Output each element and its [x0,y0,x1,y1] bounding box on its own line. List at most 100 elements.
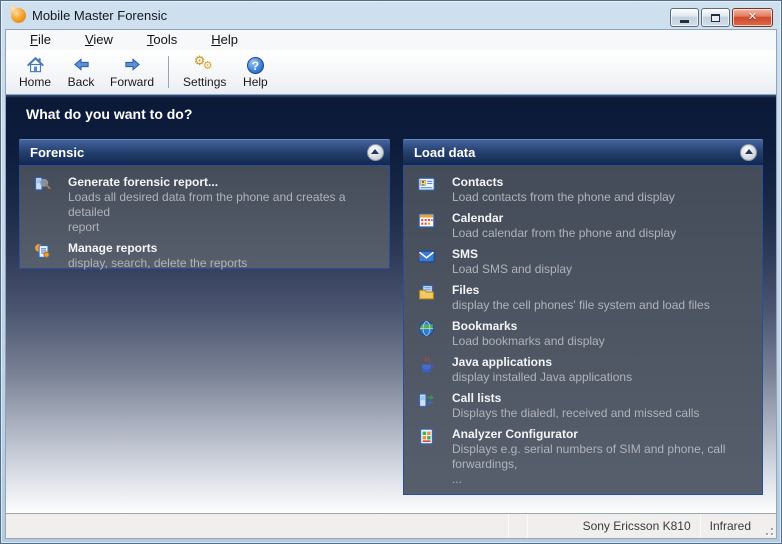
bookmarks-icon [418,320,442,349]
panel-item-text: Manage reportsdisplay, search, delete th… [68,241,381,271]
forward-icon [123,54,142,74]
load-data-panel-header[interactable]: Load data [403,139,763,165]
panel-item-text: CalendarLoad calendar from the phone and… [452,211,754,241]
menu-tools[interactable]: Tools [137,30,187,49]
forensic-panel-header[interactable]: Forensic [19,139,390,165]
forward-label: Forward [110,75,154,89]
forensic-report-icon [34,176,58,235]
panel-item[interactable]: ContactsLoad contacts from the phone and… [414,175,754,205]
panel-item-text: Generate forensic report...Loads all des… [68,175,381,235]
contacts-icon [418,176,442,205]
panels-row: Forensic Generate forensic report...Load… [6,139,776,495]
panel-item[interactable]: BookmarksLoad bookmarks and display [414,319,754,349]
help-icon: ? [247,54,264,74]
item-title[interactable]: Java applications [452,355,754,370]
help-button[interactable]: ? Help [232,52,278,92]
window-title: Mobile Master Forensic [32,8,167,23]
menu-view[interactable]: View [75,30,123,49]
panel-item-text: Java applicationsdisplay installed Java … [452,355,754,385]
forensic-panel: Forensic Generate forensic report...Load… [19,139,390,495]
window-controls: ✕ [670,8,773,27]
item-title[interactable]: Call lists [452,391,754,406]
item-title[interactable]: Analyzer Configurator [452,427,754,442]
call-lists-icon [418,392,442,421]
panel-item[interactable]: Call listsDisplays the dialedl, received… [414,391,754,421]
panel-item[interactable]: SMSLoad SMS and display [414,247,754,277]
status-empty-area [6,514,508,538]
back-label: Back [68,75,95,89]
forensic-panel-body: Generate forensic report...Loads all des… [19,165,390,269]
minimize-button[interactable] [670,8,699,27]
minimize-icon [680,20,689,23]
manage-reports-icon [34,242,58,271]
back-button[interactable]: Back [58,52,104,92]
settings-label: Settings [183,75,226,89]
item-description: Load contacts from the phone and display [452,190,754,205]
collapse-load-data-button[interactable] [740,144,757,161]
help-label: Help [243,75,268,89]
item-title[interactable]: Manage reports [68,241,381,256]
resize-grip[interactable] [760,514,776,538]
status-cell-empty [509,514,527,538]
item-title[interactable]: Contacts [452,175,754,190]
forensic-panel-title: Forensic [30,145,84,160]
home-icon [26,54,45,74]
collapse-up-icon [371,149,379,154]
item-description: display installed Java applications [452,370,754,385]
item-title[interactable]: Bookmarks [452,319,754,334]
load-data-panel-body: ContactsLoad contacts from the phone and… [403,165,763,495]
panel-item-text: Filesdisplay the cell phones' file syste… [452,283,754,313]
forward-button[interactable]: Forward [104,52,160,92]
title-bar[interactable]: Mobile Master Forensic ✕ [5,3,777,29]
status-connection: Infrared [701,514,760,538]
calendar-icon [418,212,442,241]
app-logo-icon [11,8,26,23]
panel-item[interactable]: Java applicationsdisplay installed Java … [414,355,754,385]
panel-item[interactable]: Manage reportsdisplay, search, delete th… [30,241,381,271]
home-button[interactable]: Home [12,52,58,92]
collapse-up-icon [745,149,753,154]
panel-item-text: Call listsDisplays the dialedl, received… [452,391,754,421]
load-data-panel-title: Load data [414,145,475,160]
panel-item[interactable]: Generate forensic report...Loads all des… [30,175,381,235]
item-description: Displays the dialedl, received and misse… [452,406,754,421]
item-title[interactable]: Generate forensic report... [68,175,381,190]
sms-icon [418,248,442,277]
panel-item-text: Analyzer ConfiguratorDisplays e.g. seria… [452,427,754,487]
back-icon [72,54,91,74]
menu-help[interactable]: Help [201,30,248,49]
item-description: Load bookmarks and display [452,334,754,349]
page-title: What do you want to do? [6,104,776,122]
java-icon [418,356,442,385]
item-title[interactable]: SMS [452,247,754,262]
panel-item-text: SMSLoad SMS and display [452,247,754,277]
files-icon [418,284,442,313]
maximize-icon [711,14,720,22]
collapse-forensic-button[interactable] [367,144,384,161]
item-description: display, search, delete the reports [68,256,381,271]
item-description: Displays e.g. serial numbers of SIM and … [452,442,754,487]
panel-item[interactable]: CalendarLoad calendar from the phone and… [414,211,754,241]
close-icon: ✕ [748,12,757,23]
settings-icon: ⚙⚙ [194,54,216,74]
menu-file[interactable]: File [20,30,61,49]
toolbar-separator [168,56,169,88]
item-description: Load SMS and display [452,262,754,277]
item-description: display the cell phones' file system and… [452,298,754,313]
status-bar: Sony Ericsson K810 Infrared [5,513,777,539]
main-content: What do you want to do? Forensic Generat… [5,95,777,513]
item-description: Loads all desired data from the phone an… [68,190,381,235]
panel-item-text: BookmarksLoad bookmarks and display [452,319,754,349]
item-title[interactable]: Calendar [452,211,754,226]
close-button[interactable]: ✕ [732,8,773,27]
analyzer-icon [418,428,442,487]
item-title[interactable]: Files [452,283,754,298]
panel-item[interactable]: Filesdisplay the cell phones' file syste… [414,283,754,313]
home-label: Home [19,75,51,89]
app-window: Mobile Master Forensic ✕ File View Tools… [0,0,782,544]
settings-button[interactable]: ⚙⚙ Settings [177,52,232,92]
status-device: Sony Ericsson K810 [528,514,700,538]
panel-item[interactable]: Analyzer ConfiguratorDisplays e.g. seria… [414,427,754,487]
maximize-button[interactable] [701,8,730,27]
panel-item-text: ContactsLoad contacts from the phone and… [452,175,754,205]
